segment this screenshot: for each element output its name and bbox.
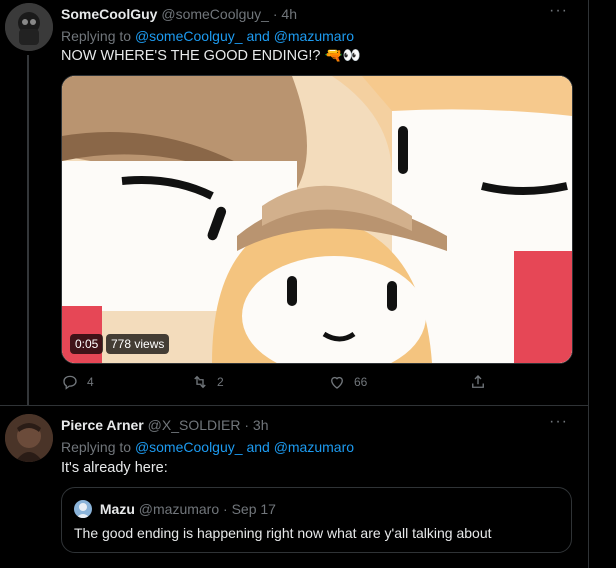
retweet-count: 2 (217, 375, 224, 389)
timeline-border (588, 0, 589, 568)
mention-and[interactable]: and (246, 28, 269, 44)
more-icon[interactable]: ··· (549, 2, 568, 20)
replying-to: Replying to @someCoolguy_ and @mazumaro (61, 439, 354, 455)
timestamp[interactable]: 3h (253, 417, 269, 433)
video-time-badge: 0:05 (70, 334, 104, 354)
video-frame (62, 76, 572, 363)
separator-dot: · (272, 6, 278, 22)
like-icon (331, 376, 343, 389)
share-icon (472, 375, 484, 388)
thread-line (27, 55, 29, 405)
user-handle[interactable]: @X_SOLDIER (148, 417, 241, 433)
avatar (74, 500, 92, 518)
avatar[interactable] (5, 3, 53, 51)
quoted-tweet-header: Mazu @mazumaro · Sep 17 (74, 500, 276, 518)
reply-icon (63, 375, 77, 390)
mention-link[interactable]: @mazumaro (274, 439, 354, 455)
video-views-badge: 778 views (106, 334, 170, 354)
display-name[interactable]: SomeCoolGuy (61, 6, 157, 22)
more-icon[interactable]: ··· (549, 413, 568, 431)
reply-button[interactable]: 4 (61, 373, 94, 391)
reply-count: 4 (87, 375, 94, 389)
tweet[interactable]: SomeCoolGuy @someCoolguy_ · 4h ··· Reply… (0, 0, 588, 405)
timestamp: Sep 17 (231, 501, 276, 517)
separator-dot: · (244, 417, 250, 433)
share-button[interactable] (469, 373, 487, 391)
mention-link[interactable]: @someCoolguy_ (135, 28, 243, 44)
quoted-tweet[interactable]: Mazu @mazumaro · Sep 17 The good ending … (61, 487, 572, 553)
mention-link[interactable]: @someCoolguy_ (135, 439, 243, 455)
display-name[interactable]: Pierce Arner (61, 417, 144, 433)
tweet-text: NOW WHERE'S THE GOOD ENDING!? 🔫👀 (61, 48, 361, 64)
quoted-tweet-text: The good ending is happening right now w… (74, 525, 492, 541)
tweet-text: It's already here: (61, 460, 168, 476)
mention-link[interactable]: @mazumaro (274, 28, 354, 44)
like-count: 66 (354, 375, 368, 389)
video-player[interactable]: 0:05 778 views (61, 75, 573, 364)
replying-prefix: Replying to (61, 28, 132, 44)
display-name: Mazu (99, 501, 135, 517)
replying-prefix: Replying to (61, 439, 132, 455)
avatar[interactable] (5, 414, 53, 462)
tweet-header: Pierce Arner @X_SOLDIER · 3h (61, 417, 268, 433)
mention-and[interactable]: and (246, 439, 269, 455)
retweet-button[interactable]: 2 (191, 373, 224, 391)
tweet-header: SomeCoolGuy @someCoolguy_ · 4h (61, 6, 297, 22)
user-handle: @mazumaro (138, 501, 220, 517)
like-button[interactable]: 66 (328, 373, 367, 391)
retweet-icon (194, 375, 206, 389)
separator-dot: · (223, 501, 228, 517)
user-handle[interactable]: @someCoolguy_ (161, 6, 269, 22)
replying-to: Replying to @someCoolguy_ and @mazumaro (61, 28, 354, 44)
tweet-actions: 4 2 66 (61, 373, 521, 393)
timestamp[interactable]: 4h (281, 6, 297, 22)
